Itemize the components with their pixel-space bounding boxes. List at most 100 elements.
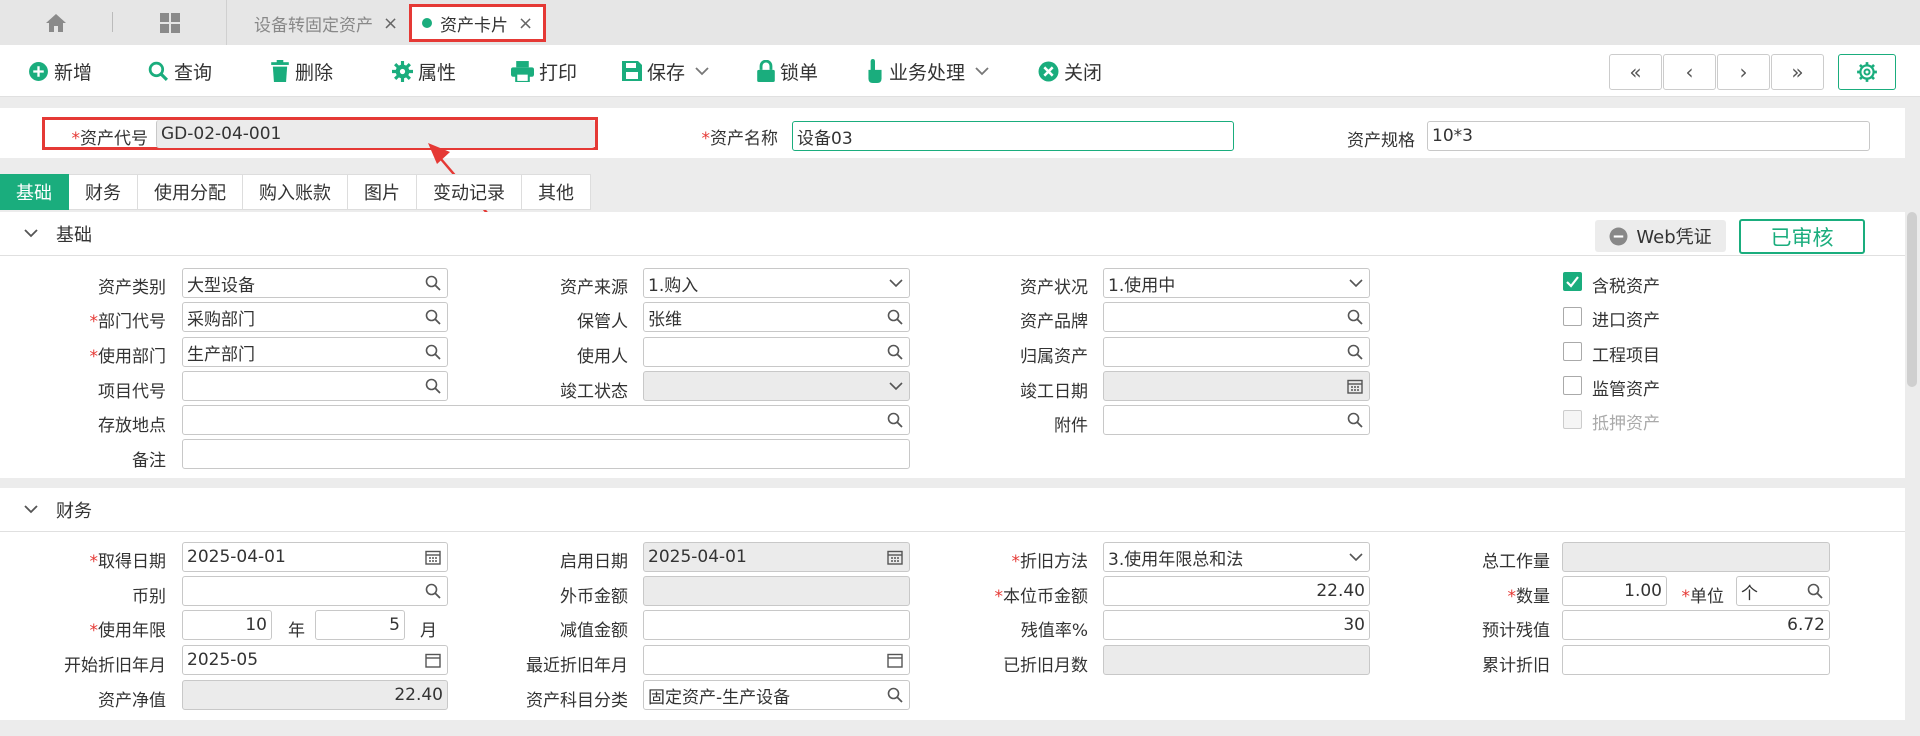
total-workload-field[interactable]: [1562, 542, 1830, 572]
asset-spec-field[interactable]: 10*3: [1427, 121, 1870, 151]
attachment-field[interactable]: [1103, 405, 1370, 435]
section-tabs: 基础 财务 使用分配 购入账款 图片 变动记录 其他: [0, 174, 591, 210]
web-voucher-button[interactable]: Web凭证: [1595, 220, 1726, 252]
asset-name-field[interactable]: 设备03: [792, 121, 1234, 151]
lock-icon: [757, 60, 775, 82]
residual-rate-field[interactable]: 30: [1103, 610, 1370, 640]
custodian-field[interactable]: 张维: [643, 302, 910, 332]
dept-code-field[interactable]: 采购部门: [182, 302, 448, 332]
mortgaged-asset-checkbox[interactable]: [1563, 410, 1582, 429]
engineering-project-checkbox[interactable]: [1563, 342, 1582, 361]
first-record-button[interactable]: «: [1609, 54, 1662, 90]
unit-label: *单位: [1681, 587, 1725, 607]
asset-status-select[interactable]: 1.使用中: [1103, 268, 1370, 298]
start-date-field[interactable]: 2025-04-01: [643, 542, 910, 572]
remark-field[interactable]: [182, 439, 910, 469]
chevron-down-icon: [1349, 279, 1363, 288]
supervised-asset-checkbox[interactable]: [1563, 376, 1582, 395]
close-icon[interactable]: ×: [518, 13, 533, 34]
tab-images[interactable]: 图片: [348, 174, 417, 210]
finance-section-header[interactable]: 财务: [0, 488, 1905, 532]
tab-purchase-payment[interactable]: 购入账款: [243, 174, 348, 210]
est-residual-label: 预计残值: [1482, 621, 1550, 641]
new-button[interactable]: 新增: [28, 45, 92, 97]
net-value-field[interactable]: 22.40: [182, 680, 448, 710]
close-circle-icon: [1038, 61, 1059, 81]
impairment-field[interactable]: [643, 610, 910, 640]
search-icon: [425, 378, 441, 394]
project-code-label: 项目代号: [98, 382, 166, 402]
net-value-label: 资产净值: [98, 691, 166, 711]
foreign-amount-field[interactable]: [643, 576, 910, 606]
location-field[interactable]: [182, 405, 910, 435]
local-amount-field[interactable]: 22.40: [1103, 576, 1370, 606]
imported-asset-checkbox[interactable]: [1563, 307, 1582, 326]
vertical-scrollbar[interactable]: [1907, 212, 1917, 387]
settings-button[interactable]: [1838, 54, 1896, 90]
search-icon: [1347, 344, 1363, 360]
close-icon[interactable]: ×: [383, 13, 398, 34]
print-button[interactable]: 打印: [511, 45, 577, 97]
est-residual-field[interactable]: 6.72: [1562, 610, 1830, 640]
impairment-label: 减值金额: [560, 621, 628, 641]
subject-field[interactable]: 固定资产-生产设备: [643, 680, 910, 710]
apps-grid-icon[interactable]: [155, 0, 185, 45]
depr-method-select[interactable]: 3.使用年限总和法: [1103, 542, 1370, 572]
chevron-down-icon: [889, 382, 903, 391]
last-depr-field[interactable]: [643, 645, 910, 675]
last-record-button[interactable]: »: [1771, 54, 1824, 90]
residual-rate-label: 残值率%: [1020, 621, 1088, 641]
asset-category-field[interactable]: 大型设备: [182, 268, 448, 298]
depr-method-label: *折旧方法: [1011, 552, 1089, 572]
next-record-button[interactable]: ›: [1717, 54, 1770, 90]
life-years-field[interactable]: 10: [182, 610, 272, 640]
currency-field[interactable]: [182, 576, 448, 606]
search-icon: [1347, 412, 1363, 428]
life-months-field[interactable]: 5: [315, 610, 405, 640]
acq-date-field[interactable]: 2025-04-01: [182, 542, 448, 572]
query-button[interactable]: 查询: [148, 45, 212, 97]
use-dept-field[interactable]: 生产部门: [182, 337, 448, 367]
home-icon[interactable]: [38, 0, 74, 45]
location-label: 存放地点: [98, 416, 166, 436]
start-date-label: 启用日期: [560, 552, 628, 572]
local-amount-label: *本位币金额: [994, 587, 1089, 607]
completion-date-field[interactable]: [1103, 371, 1370, 401]
status-badge: 已审核: [1739, 219, 1865, 254]
custodian-label: 保管人: [577, 312, 628, 332]
user-field[interactable]: [643, 337, 910, 367]
save-button[interactable]: 保存: [622, 45, 714, 97]
business-process-button[interactable]: 业务处理: [866, 45, 994, 97]
previous-record-button[interactable]: ‹: [1663, 54, 1716, 90]
unit-field[interactable]: 个: [1736, 576, 1830, 606]
tab-finance[interactable]: 财务: [69, 174, 138, 210]
properties-button[interactable]: 属性: [392, 45, 456, 97]
tab-change-records[interactable]: 变动记录: [417, 174, 522, 210]
brand-field[interactable]: [1103, 302, 1370, 332]
asset-source-label: 资产来源: [560, 278, 628, 298]
quantity-label: *数量: [1507, 587, 1551, 607]
accum-depr-field[interactable]: [1562, 645, 1830, 675]
chevron-down-icon: [889, 279, 903, 288]
foreign-amount-label: 外币金额: [560, 587, 628, 607]
quantity-field[interactable]: 1.00: [1562, 576, 1667, 606]
completion-status-select[interactable]: [643, 371, 910, 401]
close-button[interactable]: 关闭: [1038, 45, 1102, 97]
delete-button[interactable]: 删除: [270, 45, 333, 97]
tax-inclusive-checkbox[interactable]: [1563, 272, 1582, 291]
tab-other[interactable]: 其他: [522, 174, 591, 210]
calendar-icon: [425, 653, 441, 668]
checkmark-icon: [1566, 276, 1579, 288]
depr-months-field[interactable]: [1103, 645, 1370, 675]
subject-label: 资产科目分类: [526, 691, 628, 711]
project-code-field[interactable]: [182, 371, 448, 401]
tab-equipment-to-fixed-asset[interactable]: 设备转固定资产 ×: [254, 4, 398, 42]
belong-asset-field[interactable]: [1103, 337, 1370, 367]
asset-source-select[interactable]: 1.购入: [643, 268, 910, 298]
imported-asset-label: 进口资产: [1592, 311, 1660, 331]
tab-basic[interactable]: 基础: [0, 174, 69, 210]
tab-usage-allocation[interactable]: 使用分配: [138, 174, 243, 210]
depr-start-field[interactable]: 2025-05: [182, 645, 448, 675]
lock-button[interactable]: 锁单: [757, 45, 818, 97]
tab-asset-card[interactable]: 资产卡片 ×: [409, 4, 547, 42]
